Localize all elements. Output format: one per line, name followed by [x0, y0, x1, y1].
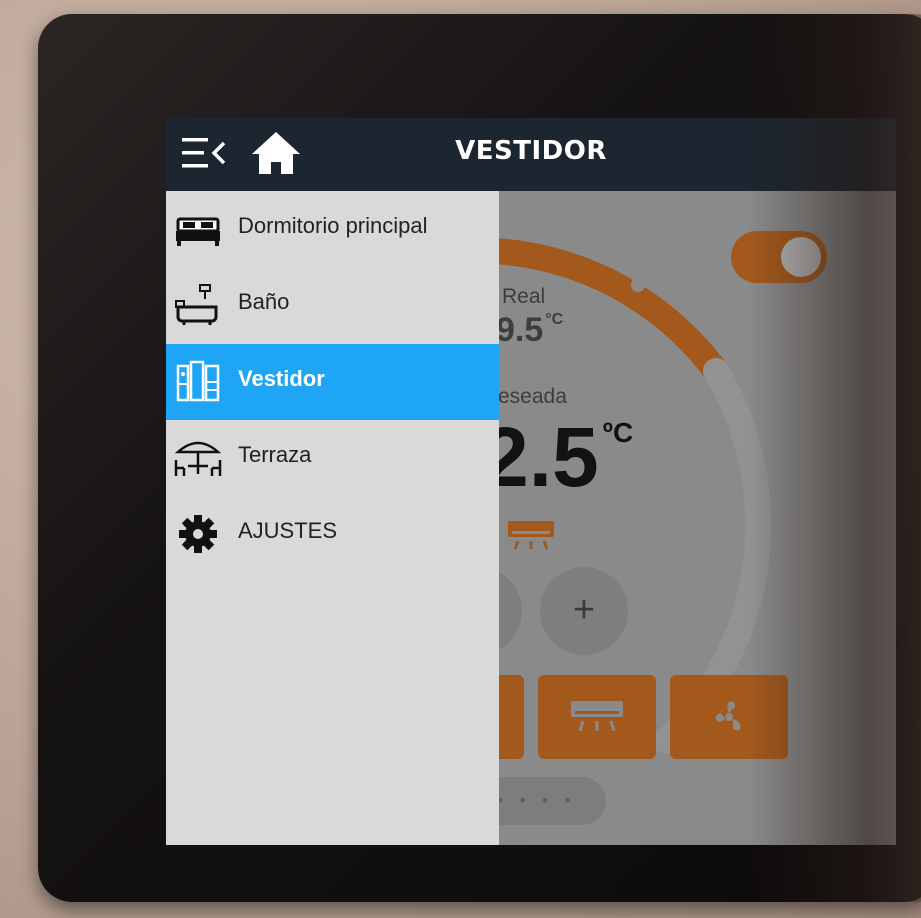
mode-fan-button[interactable] [670, 675, 788, 759]
desired-temp-unit: ºC [602, 417, 634, 448]
increase-temp-button[interactable]: + [540, 567, 628, 655]
drawer-item-label: AJUSTES [238, 518, 338, 543]
drawer-item-dormitorio-principal[interactable]: Dormitorio principal [166, 191, 499, 267]
drawer-item-label: Vestidor [238, 366, 325, 391]
real-temp-unit: °C [545, 311, 564, 328]
drawer-item-terraza[interactable]: Terraza [166, 420, 499, 496]
app-header: VESTIDOR [166, 118, 896, 191]
desired-temp-number: 2.5 [482, 410, 599, 504]
page-title: VESTIDOR [455, 136, 607, 166]
real-temp-number: 9.5 [496, 311, 544, 349]
terrace-icon [174, 441, 222, 476]
gear-icon [179, 515, 217, 553]
air-conditioner-icon [508, 521, 554, 550]
drawer-item-label: Terraza [238, 442, 312, 467]
toggle-knob [781, 237, 821, 277]
navigation-drawer: Dormitorio principal Baño Vestidor Terra… [166, 191, 499, 845]
drawer-item-bano[interactable]: Baño [166, 267, 499, 343]
drawer-item-ajustes[interactable]: AJUSTES [166, 496, 499, 572]
power-toggle[interactable] [731, 231, 827, 283]
drawer-item-label: Baño [238, 289, 290, 314]
real-temp-label: Real [502, 285, 546, 308]
drawer-item-label: Dormitorio principal [238, 213, 428, 238]
real-temp-value: 9.5 °C [496, 311, 563, 350]
bed-icon [176, 217, 220, 246]
drawer-item-vestidor[interactable]: Vestidor [166, 344, 499, 420]
desired-temp-value: 2.5 ºC [482, 409, 633, 506]
bathtub-icon [175, 284, 218, 325]
thermostat-device: Real 9.5 °C eseada 2.5 ºC + • • • • VEST… [38, 14, 921, 902]
desired-temp-label: eseada [498, 385, 567, 408]
mode-cool-button[interactable] [538, 675, 656, 759]
wardrobe-icon [176, 360, 220, 402]
fan-icon [715, 701, 741, 731]
air-conditioner-icon [571, 701, 623, 732]
touch-screen: Real 9.5 °C eseada 2.5 ºC + • • • • VEST… [166, 118, 896, 845]
